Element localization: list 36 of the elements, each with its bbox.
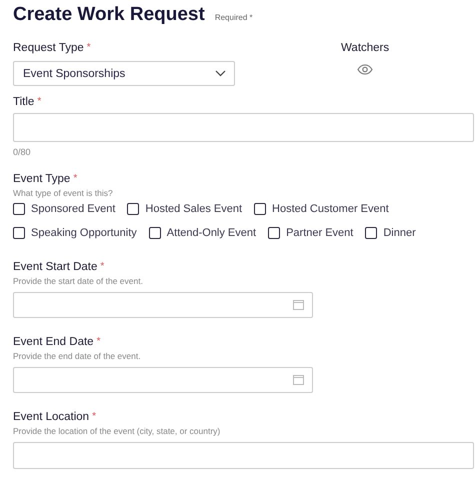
required-mark: * [92,411,96,422]
field-label: Event Type [13,173,70,185]
required-mark: * [37,96,42,107]
required-mark: * [96,336,100,347]
event-type-checkbox[interactable]: Hosted Customer Event [254,203,389,215]
date-input[interactable] [13,292,313,318]
field-hint: Provide the end date of the event. [13,351,142,361]
required-mark: * [73,173,78,184]
event-type-checkbox[interactable]: Speaking Opportunity [13,227,137,239]
chevron-down-icon [215,70,226,77]
watchers-label: Watchers [341,42,390,54]
field-hint: Provide the location of the event (city, state, or country) [13,426,222,436]
character-counter: 0/80 [13,147,32,157]
field-label: Request Type [13,42,84,54]
page-title: Create Work Request [13,4,205,26]
calendar-icon [293,375,304,385]
eye-icon[interactable] [357,64,373,75]
field-label: Event End Date [13,336,94,348]
required-mark: * [86,42,91,53]
text-input[interactable] [13,442,474,469]
request-type-select[interactable]: Event Sponsorships [13,61,235,86]
field-label: Event Location [13,411,90,423]
event-type-checkbox[interactable]: Hosted Sales Event [127,203,242,215]
field-hint: Provide the start date of the event. [13,276,144,286]
field-label: Title [13,96,34,108]
date-input[interactable] [13,367,313,393]
field-label: Event Start Date [13,261,98,273]
field-hint: What type of event is this? [13,188,114,198]
event-type-checkbox[interactable]: Attend-Only Event [148,227,256,239]
event-type-checkbox[interactable]: Dinner [365,227,416,239]
title-input[interactable] [13,113,474,142]
required-mark: * [100,261,104,272]
calendar-icon [293,300,304,310]
required-note: Required * [214,13,253,22]
event-type-checkbox[interactable]: Partner Event [268,227,354,239]
event-type-checkbox[interactable]: Sponsored Event [13,203,116,215]
